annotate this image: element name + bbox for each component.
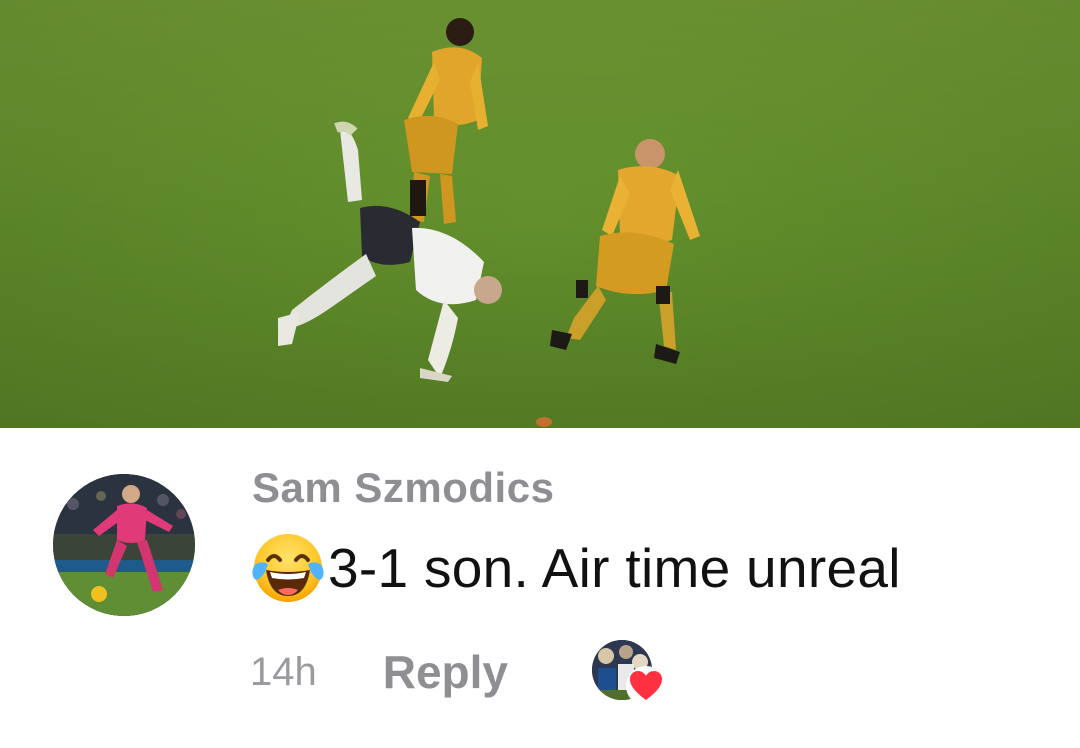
commenter-avatar[interactable] bbox=[53, 474, 195, 616]
comment-meta: 14h Reply bbox=[250, 640, 668, 706]
reaction-indicator[interactable] bbox=[592, 640, 668, 706]
laughing-tears-emoji-icon bbox=[250, 530, 326, 606]
heart-icon bbox=[626, 666, 667, 706]
comment-item: Sam Szmodics 3-1 son. Air time unreal 14… bbox=[0, 428, 1080, 748]
reply-button[interactable]: Reply bbox=[383, 645, 508, 699]
commenter-name[interactable]: Sam Szmodics bbox=[252, 464, 554, 512]
comment-screen: Sam Szmodics 3-1 son. Air time unreal 14… bbox=[0, 0, 1080, 748]
comment-timestamp: 14h bbox=[250, 649, 317, 694]
football-match-photo[interactable] bbox=[0, 0, 1080, 428]
comment-body: 3-1 son. Air time unreal bbox=[250, 532, 901, 604]
comment-text: 3-1 son. Air time unreal bbox=[328, 537, 901, 599]
